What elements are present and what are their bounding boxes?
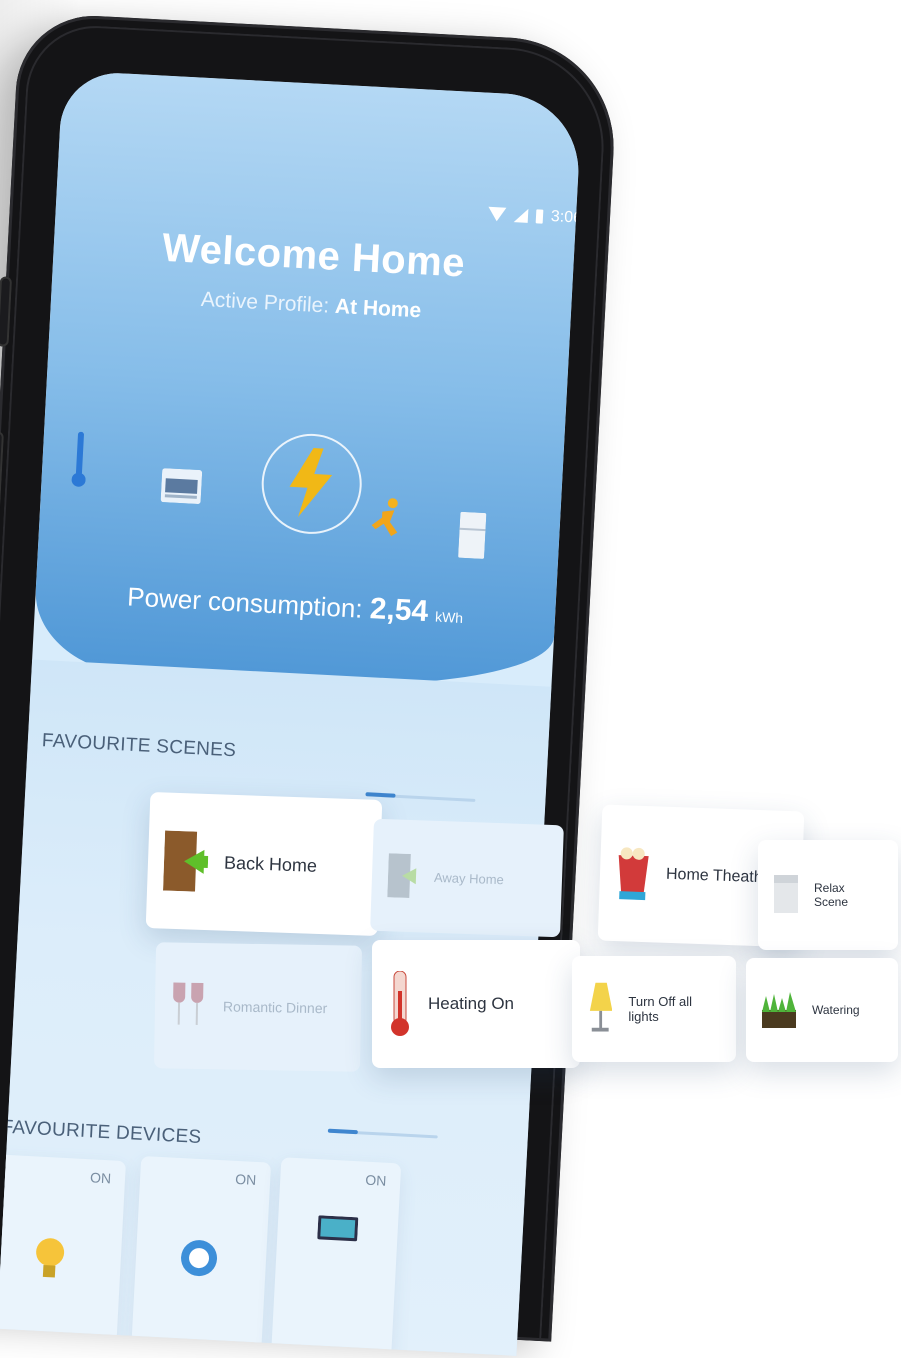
scene-label: Watering	[812, 1003, 860, 1017]
scene-label: Away Home	[433, 869, 505, 887]
tv-icon	[317, 1215, 359, 1242]
scene-label: Back Home	[223, 852, 318, 876]
signal-icon	[513, 208, 529, 223]
activity-runner-icon[interactable]	[369, 497, 405, 544]
power-value: 2,54	[368, 592, 430, 629]
wine-glasses-icon	[173, 982, 204, 1025]
power-unit: kWh	[434, 608, 464, 627]
device-card-tv[interactable]: ON	[270, 1157, 402, 1356]
door-exit-icon	[387, 853, 417, 898]
wifi-icon	[487, 206, 507, 222]
popcorn-icon	[618, 847, 649, 901]
thermometer-icon	[391, 971, 409, 1036]
device-state: ON	[364, 1171, 387, 1189]
scene-card-watering[interactable]: Watering	[746, 958, 898, 1062]
air-conditioner-icon[interactable]	[160, 468, 203, 509]
lightning-bolt-icon	[289, 447, 333, 518]
lamp-icon	[589, 982, 613, 1032]
battery-icon	[535, 209, 544, 224]
device-card-vacuum[interactable]: ON	[130, 1155, 272, 1356]
fridge-icon[interactable]	[458, 511, 487, 564]
robot-vacuum-icon	[181, 1240, 218, 1277]
scene-card-heating-on[interactable]: Heating On	[372, 940, 580, 1068]
device-state: ON	[234, 1170, 257, 1188]
scene-card-back-home[interactable]: Back Home	[145, 791, 383, 937]
scene-label: Turn Off all lights	[628, 994, 692, 1024]
active-profile-value: At Home	[334, 294, 422, 323]
door-enter-icon	[163, 830, 209, 892]
scene-card-turn-off-all-lights[interactable]: Turn Off all lights	[572, 956, 736, 1062]
volume-up-button[interactable]	[0, 431, 5, 582]
phone-frame: 3:06 Welcome Home Active Profile: At Hom…	[0, 12, 620, 1356]
phone-screen: 3:06 Welcome Home Active Profile: At Hom…	[0, 70, 583, 1356]
scene-card-romantic-dinner[interactable]: Romantic Dinner	[153, 942, 363, 1072]
scene-card-away-home[interactable]: Away Home	[370, 818, 564, 938]
status-time: 3:06	[550, 208, 583, 227]
device-state: ON	[89, 1169, 112, 1187]
scene-label: Romantic Dinner	[222, 998, 328, 1017]
side-button[interactable]	[0, 276, 13, 347]
scene-card-relax-scene[interactable]: Relax Scene	[758, 840, 898, 950]
clapperboard-icon	[774, 875, 798, 913]
scene-label: Heating On	[428, 994, 514, 1013]
light-bulb-icon	[36, 1238, 65, 1278]
device-card-light[interactable]: ON	[0, 1153, 127, 1356]
scene-label: Relax Scene	[813, 881, 849, 909]
grass-icon	[762, 992, 796, 1028]
